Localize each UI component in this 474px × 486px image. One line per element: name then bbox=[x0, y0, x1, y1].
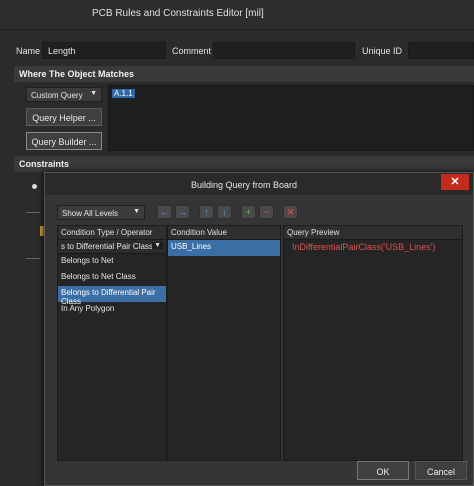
levels-value: Show All Levels bbox=[62, 209, 119, 218]
add-row-icon[interactable]: + bbox=[241, 205, 256, 219]
query-text: A.1.1 bbox=[112, 89, 135, 98]
query-builder-button[interactable]: Query Builder ... bbox=[26, 132, 102, 150]
comment-field[interactable] bbox=[213, 42, 355, 59]
query-preview-panel: Query Preview InDifferentialPairClass('U… bbox=[283, 225, 463, 461]
condition-type-header: Condition Type / Operator bbox=[58, 226, 166, 240]
divider bbox=[26, 258, 40, 259]
option-in-any-polygon[interactable]: In Any Polygon bbox=[58, 302, 166, 318]
condition-type-panel: Condition Type / Operator s to Different… bbox=[57, 225, 167, 461]
remove-row-icon[interactable]: − bbox=[259, 205, 274, 219]
option-belongs-to-diff-pair-class[interactable]: Belongs to Differential Pair Class bbox=[58, 286, 166, 306]
option-belongs-to-net-class[interactable]: Belongs to Net Class bbox=[58, 270, 166, 286]
condition-value-cell[interactable]: USB_Lines bbox=[168, 240, 280, 256]
delete-icon[interactable]: ✕ bbox=[283, 205, 298, 219]
chevron-down-icon: ▼ bbox=[90, 90, 97, 97]
arrow-up-icon[interactable]: ↑ bbox=[199, 205, 214, 219]
levels-dropdown[interactable]: Show All Levels ▼ bbox=[57, 205, 145, 220]
close-icon: ✕ bbox=[450, 176, 460, 188]
name-field[interactable]: Length bbox=[42, 42, 166, 59]
chevron-down-icon: ▼ bbox=[152, 242, 163, 249]
chevron-down-icon: ▼ bbox=[133, 208, 140, 215]
close-button[interactable]: ✕ bbox=[441, 174, 469, 190]
query-preview-text: InDifferentialPairClass('USB_Lines') bbox=[292, 242, 436, 252]
dialog-title: Building Query from Board bbox=[191, 180, 298, 190]
building-query-dialog: Building Query from Board ✕ Show All Lev… bbox=[44, 172, 474, 486]
uniqueid-label: Unique ID bbox=[362, 46, 403, 56]
name-label: Name bbox=[16, 46, 41, 56]
where-section-header: Where The Object Matches bbox=[14, 66, 474, 82]
window-titlebar: PCB Rules and Constraints Editor [mil] bbox=[0, 0, 474, 30]
query-helper-button[interactable]: Query Helper ... bbox=[26, 108, 102, 126]
query-editor[interactable]: A.1.1 bbox=[108, 85, 474, 151]
window-title: PCB Rules and Constraints Editor [mil] bbox=[92, 8, 264, 19]
query-type-dropdown[interactable]: Custom Query ▼ bbox=[26, 87, 102, 102]
ok-button[interactable]: OK bbox=[357, 461, 409, 480]
query-preview-header: Query Preview bbox=[284, 226, 462, 240]
divider bbox=[26, 212, 40, 213]
arrow-right-icon[interactable]: → bbox=[175, 205, 190, 219]
arrow-down-icon[interactable]: ↓ bbox=[217, 205, 232, 219]
condition-type-value: s to Differential Pair Class bbox=[61, 242, 153, 251]
arrow-left-icon[interactable]: ← bbox=[157, 205, 172, 219]
uniqueid-field[interactable] bbox=[408, 42, 474, 59]
constraints-section-header: Constraints bbox=[14, 156, 474, 172]
condition-type-combo[interactable]: s to Differential Pair Class ▼ bbox=[58, 240, 166, 254]
comment-label: Comment bbox=[172, 46, 212, 56]
condition-value-header: Condition Value bbox=[168, 226, 280, 240]
dialog-titlebar: Building Query from Board bbox=[45, 173, 473, 195]
query-type-value: Custom Query bbox=[31, 91, 83, 100]
cancel-button[interactable]: Cancel bbox=[415, 461, 467, 480]
radio-dot-icon[interactable] bbox=[32, 184, 37, 189]
option-belongs-to-net[interactable]: Belongs to Net bbox=[58, 254, 166, 270]
condition-value-panel: Condition Value USB_Lines bbox=[167, 225, 281, 461]
